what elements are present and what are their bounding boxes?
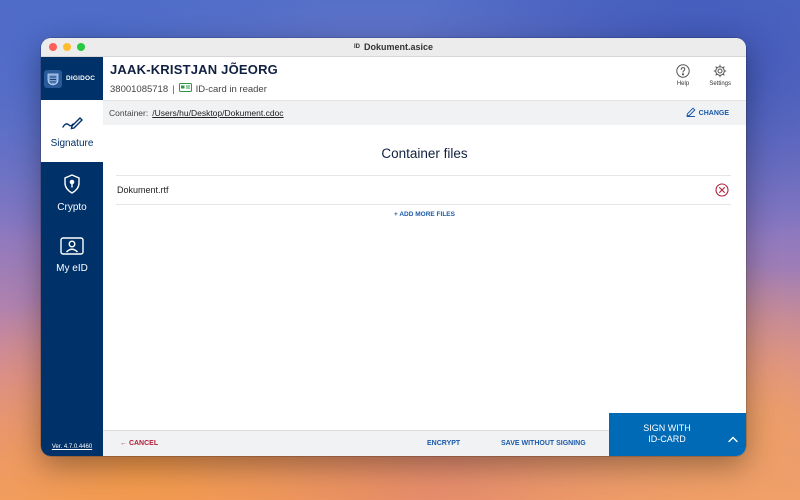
window-controls — [49, 43, 85, 51]
minimize-window-button[interactable] — [63, 43, 71, 51]
container-files-title: Container files — [381, 146, 468, 161]
id-card-reader-icon — [178, 83, 192, 95]
change-label: CHANGE — [698, 109, 729, 117]
separator: | — [172, 83, 175, 95]
container-bar: Container: /Users/hu/Desktop/Dokument.cd… — [103, 100, 746, 126]
pencil-icon — [685, 107, 696, 119]
id-logo-icon: ID — [353, 44, 360, 50]
sidebar-item-crypto[interactable]: Crypto — [41, 162, 103, 224]
window-title-text: Dokument.asice — [363, 42, 434, 52]
sign-with-id-card-button[interactable]: SIGN WITH ID-CARD — [609, 413, 746, 456]
sign-button-label: SIGN WITH ID-CARD — [609, 423, 725, 445]
personal-code: 38001085718 — [110, 83, 169, 95]
file-name[interactable]: Dokument.rtf — [117, 185, 169, 195]
container-label: Container: — [109, 108, 149, 118]
shield-lock-icon — [63, 173, 81, 197]
sign-label-line1: SIGN WITH — [643, 423, 691, 433]
container-path-link[interactable]: /Users/hu/Desktop/Dokument.cdoc — [152, 108, 283, 118]
sidebar: DIGIDOC Signature Crypto My eID Ver. 4.7… — [41, 57, 103, 456]
change-container-button[interactable]: CHANGE — [685, 107, 729, 119]
title-bar: ID Dokument.asice — [41, 38, 746, 57]
remove-file-icon[interactable] — [715, 183, 729, 202]
chevron-up-icon[interactable] — [728, 430, 738, 448]
cancel-button[interactable]: ← CANCEL — [120, 440, 158, 447]
app-window: ID Dokument.asice DIGIDOC Signature Cryp… — [41, 38, 746, 456]
close-window-button[interactable] — [49, 43, 57, 51]
gear-icon — [713, 64, 727, 80]
brand-name: DIGIDOC — [66, 75, 96, 82]
file-row[interactable]: Dokument.rtf — [116, 175, 731, 205]
encrypt-button[interactable]: ENCRYPT — [427, 440, 460, 447]
id-card-person-icon — [60, 236, 84, 258]
sidebar-item-signature[interactable]: Signature — [41, 100, 103, 162]
header: JAAK-KRISTJAN JÕEORG 38001085718 | ID-ca… — [103, 57, 746, 100]
version-link[interactable]: Ver. 4.7.0.4460 — [41, 444, 103, 450]
help-button[interactable]: Help — [676, 64, 690, 87]
sidebar-item-label: Crypto — [57, 201, 87, 213]
settings-label: Settings — [709, 81, 731, 87]
help-icon — [676, 64, 690, 80]
estonian-coat-of-arms-icon — [44, 69, 62, 88]
sign-label-line2: ID-CARD — [648, 434, 686, 444]
user-name: JAAK-KRISTJAN JÕEORG — [110, 62, 278, 77]
save-without-signing-button[interactable]: SAVE WITHOUT SIGNING — [501, 440, 586, 447]
user-info: 38001085718 | ID-card in reader — [110, 83, 267, 95]
card-status: ID-card in reader — [195, 83, 267, 95]
add-more-files-button[interactable]: + ADD MORE FILES — [103, 211, 746, 218]
window-title: ID Dokument.asice — [354, 42, 433, 52]
help-label: Help — [676, 81, 690, 87]
brand: DIGIDOC — [41, 57, 103, 100]
sidebar-item-label: Signature — [50, 137, 94, 149]
sidebar-item-my-eid[interactable]: My eID — [41, 224, 103, 286]
sidebar-item-label: My eID — [56, 262, 88, 274]
signature-pen-icon — [61, 114, 83, 133]
main-content: Container files Dokument.rtf + ADD MORE … — [103, 125, 746, 430]
maximize-window-button[interactable] — [77, 43, 85, 51]
settings-button[interactable]: Settings — [709, 64, 731, 87]
